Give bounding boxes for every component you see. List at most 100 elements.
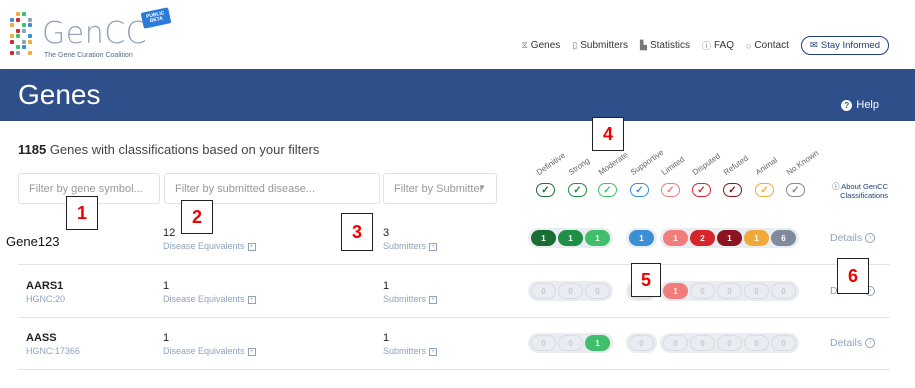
classification-count-pill[interactable]: 1 <box>663 230 688 246</box>
classification-count-pill[interactable]: 0 <box>558 283 583 299</box>
logo-dot <box>22 12 26 16</box>
classification-count-pill[interactable]: 0 <box>585 283 610 299</box>
hgnc-id[interactable]: HGNC:17366 <box>26 346 80 356</box>
logo-subtitle: The Gene Curation Coalition <box>44 52 133 59</box>
classification-count-pill[interactable]: 0 <box>744 335 769 351</box>
classification-count-pill[interactable]: 2 <box>690 230 715 246</box>
details-link[interactable]: Details› <box>830 337 876 349</box>
disease-equivalents-label: Disease Equivalents <box>163 346 245 356</box>
logo-dot <box>10 23 14 27</box>
classification-count-pill[interactable]: 0 <box>744 283 769 299</box>
classification-count-pill[interactable]: 1 <box>558 230 583 246</box>
classification-count-pill[interactable]: 1 <box>585 335 610 351</box>
table-row[interactable]: AARS1 HGNC:20 1 Disease Equivalents + 1 Submit… <box>18 266 890 318</box>
disease-equivalents-label: Disease Equivalents <box>163 241 245 251</box>
disease-count: 12 <box>163 227 176 239</box>
logo-dot <box>10 39 14 44</box>
disease-equivalents-toggle[interactable]: Disease Equivalents + <box>163 241 256 251</box>
bar-chart-icon: ▙ <box>640 40 647 50</box>
classification-group: 1 <box>626 228 657 248</box>
expand-icon: + <box>429 242 438 251</box>
submitter-count: 3 <box>383 227 390 239</box>
chat-bubble-icon: ○ <box>745 40 752 51</box>
table-row[interactable]: AASS HGNC:17366 1 Disease Equivalents + 1 Subm… <box>18 318 890 370</box>
logo-dot <box>16 12 20 16</box>
annotation-marker-6: 6 <box>837 258 869 294</box>
nav-submitters[interactable]: ▯ Submitters <box>572 40 628 51</box>
submitters-label: Submitters <box>383 241 427 251</box>
table-row[interactable]: 12 Disease Equivalents +3 Submitters +1 1 1 1 1 2… <box>18 213 890 265</box>
submitters-label: Submitters <box>383 294 427 304</box>
classification-count-pill[interactable]: 1 <box>717 230 742 246</box>
stay-informed-button[interactable]: ✉ Stay Informed <box>800 36 889 55</box>
classification-toggle[interactable]: ✓ <box>536 183 555 197</box>
classification-count-pill[interactable]: 0 <box>771 283 796 299</box>
details-link[interactable]: Details› <box>830 232 876 244</box>
classification-count-pill[interactable]: 1 <box>585 230 610 246</box>
about-label: About GenCC Classifications <box>840 182 888 200</box>
submitters-toggle[interactable]: Submitters + <box>383 241 438 251</box>
page-title: Genes <box>18 79 101 110</box>
expand-icon: + <box>247 242 256 251</box>
gencc-logo[interactable]: GenCC The Gene Curation Coalition PUBLIC… <box>10 7 172 62</box>
logo-dot <box>16 17 20 22</box>
classification-toggle[interactable]: ✓ <box>598 183 617 197</box>
disease-equivalents-toggle[interactable]: Disease Equivalents + <box>163 294 256 304</box>
classification-toggle[interactable]: ✓ <box>755 183 774 197</box>
nav-contact[interactable]: ○ Contact <box>746 40 789 51</box>
classification-group: 111 <box>528 228 613 248</box>
hgnc-id[interactable]: HGNC:20 <box>26 294 65 304</box>
classification-toggle[interactable]: ✓ <box>568 183 587 197</box>
nav-genes[interactable]: ⧖ Genes <box>521 40 560 51</box>
classification-toggle[interactable]: ✓ <box>692 183 711 197</box>
disease-equivalents-toggle[interactable]: Disease Equivalents + <box>163 346 256 356</box>
classification-count-pill[interactable]: 1 <box>744 230 769 246</box>
classification-toggle[interactable]: ✓ <box>723 183 742 197</box>
disease-count: 1 <box>163 280 170 292</box>
classification-count-pill[interactable]: 0 <box>690 335 715 351</box>
stay-informed-label: Stay Informed <box>820 40 880 51</box>
info-icon: ⓘ <box>832 182 842 191</box>
submitters-toggle[interactable]: Submitters + <box>383 346 438 356</box>
expand-icon: + <box>247 295 256 304</box>
help-label: Help <box>856 99 879 111</box>
gene-symbol[interactable]: AARS1 <box>26 280 63 292</box>
classification-group: 00000 <box>660 333 799 353</box>
nav-contact-label: Contact <box>754 40 789 51</box>
arrow-circle-right-icon: › <box>865 338 876 348</box>
nav-faq[interactable]: ⓘ FAQ <box>702 39 734 52</box>
arrow-circle-right-icon: › <box>865 233 876 243</box>
classification-label: Supportive <box>628 147 666 177</box>
classification-label: Strong <box>566 156 592 177</box>
classification-toggle[interactable]: ✓ <box>661 183 680 197</box>
logo-dot <box>16 28 20 33</box>
classification-count-pill[interactable]: 0 <box>531 335 556 351</box>
submitter-count: 1 <box>383 280 390 292</box>
classification-count-pill[interactable]: 0 <box>663 335 688 351</box>
classification-count-pill[interactable]: 1 <box>629 230 654 246</box>
classification-count-pill[interactable]: 1 <box>531 230 556 246</box>
classification-toggle[interactable]: ✓ <box>786 183 805 197</box>
classification-group: 12116 <box>660 228 799 248</box>
classification-count-pill[interactable]: 0 <box>558 335 583 351</box>
classification-count-pill[interactable]: 0 <box>629 335 654 351</box>
help-link[interactable]: ? Help <box>841 99 879 111</box>
logo-dot <box>28 39 32 44</box>
newsletter-icon: ✉ <box>809 40 818 51</box>
annotation-marker-4: 4 <box>592 117 624 151</box>
nav-statistics[interactable]: ▙ Statistics <box>640 40 690 51</box>
gene-symbol[interactable]: AASS <box>26 332 57 344</box>
classification-count-pill[interactable]: 1 <box>663 283 688 299</box>
classification-count-pill[interactable]: 0 <box>690 283 715 299</box>
disease-count: 1 <box>163 332 170 344</box>
about-classifications-link[interactable]: ⓘ About GenCC Classifications <box>822 182 888 200</box>
classification-count-pill[interactable]: 0 <box>531 283 556 299</box>
classification-count-pill[interactable]: 6 <box>771 230 796 246</box>
classification-count-pill[interactable]: 0 <box>717 283 742 299</box>
classification-count-pill[interactable]: 0 <box>771 335 796 351</box>
submitter-filter-dropdown[interactable]: Filter by Submitter ▼ <box>383 173 497 204</box>
logo-dot <box>10 34 14 38</box>
classification-toggle[interactable]: ✓ <box>630 183 649 197</box>
submitters-toggle[interactable]: Submitters + <box>383 294 438 304</box>
classification-count-pill[interactable]: 0 <box>717 335 742 351</box>
